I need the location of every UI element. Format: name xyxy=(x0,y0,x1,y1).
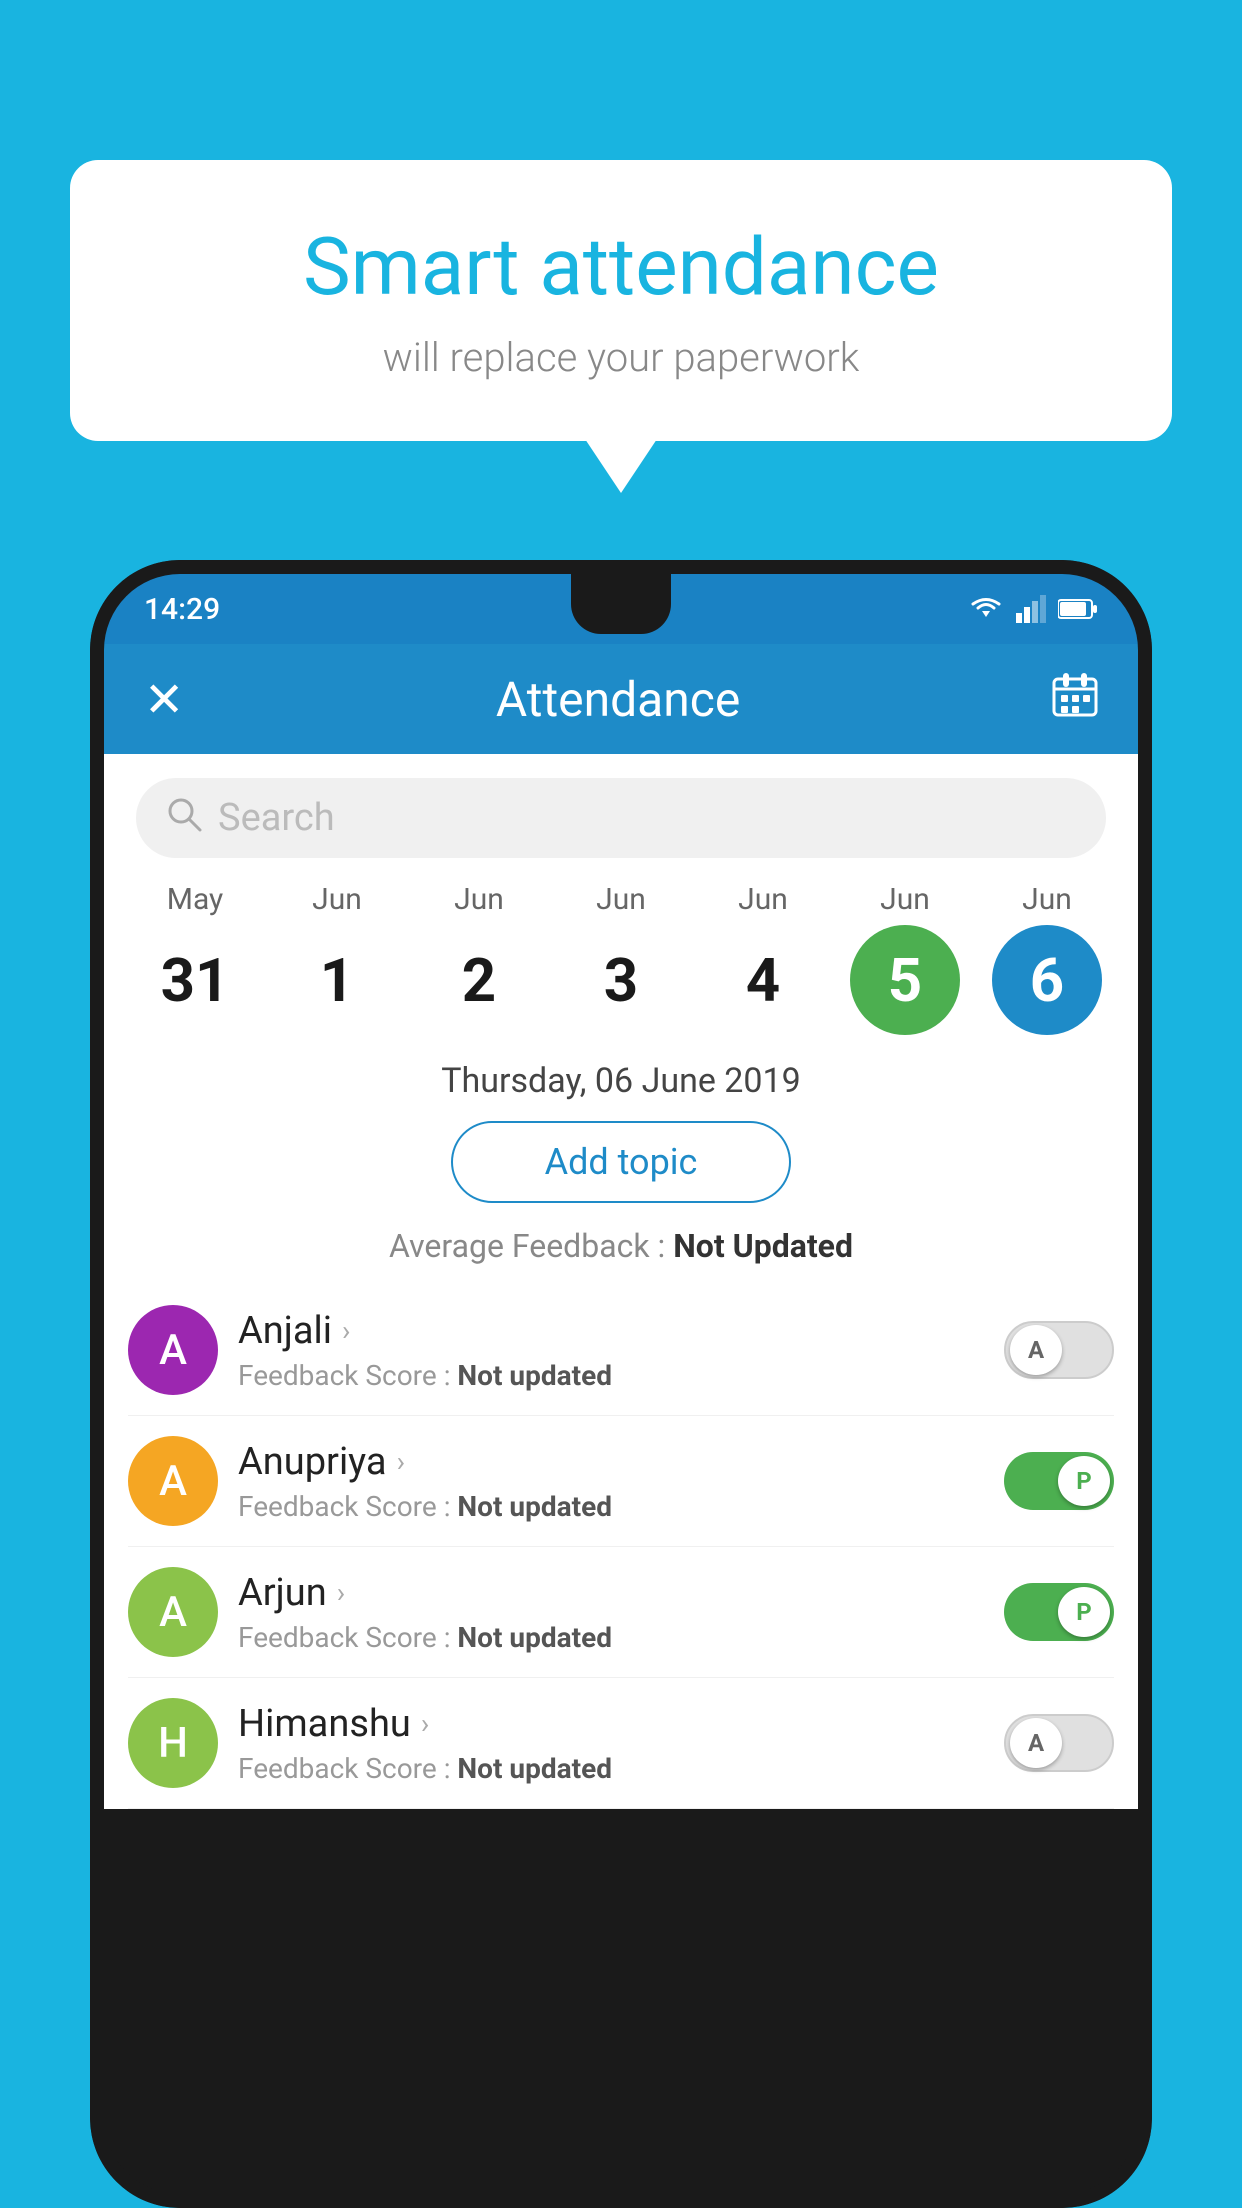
student-info-himanshu: Himanshu › Feedback Score : Not updated xyxy=(238,1702,984,1785)
toggle-himanshu[interactable]: A xyxy=(1004,1714,1114,1772)
student-info-arjun: Arjun › Feedback Score : Not updated xyxy=(238,1571,984,1654)
phone-notch xyxy=(571,574,671,634)
status-icons xyxy=(968,595,1098,623)
calendar-icon[interactable] xyxy=(1052,671,1098,727)
student-feedback-anupriya: Feedback Score : Not updated xyxy=(238,1490,984,1523)
student-name-himanshu: Himanshu › xyxy=(238,1702,984,1746)
student-info-anjali: Anjali › Feedback Score : Not updated xyxy=(238,1309,984,1392)
toggle-anjali[interactable]: A xyxy=(1004,1321,1114,1379)
student-list: A Anjali › Feedback Score : Not updated xyxy=(104,1285,1138,1809)
date-col-5[interactable]: Jun 5 xyxy=(840,882,970,1035)
date-strip: May 31 Jun 1 Jun 2 Jun 3 xyxy=(104,882,1138,1035)
student-name-arjun: Arjun › xyxy=(238,1571,984,1615)
date-day-6: 6 xyxy=(992,925,1102,1035)
avg-feedback-label: Average Feedback : xyxy=(389,1227,673,1265)
student-item-anupriya[interactable]: A Anupriya › Feedback Score : Not update… xyxy=(128,1416,1114,1547)
avatar-anjali: A xyxy=(128,1305,218,1395)
date-col-6[interactable]: Jun 6 xyxy=(982,882,1112,1035)
battery-icon xyxy=(1058,598,1098,620)
wifi-icon xyxy=(968,595,1004,623)
phone-mockup: 14:29 xyxy=(90,560,1152,2208)
date-day-2: 2 xyxy=(424,925,534,1035)
student-item-arjun[interactable]: A Arjun › Feedback Score : Not updated xyxy=(128,1547,1114,1678)
avg-feedback-value: Not Updated xyxy=(673,1227,853,1265)
student-feedback-himanshu: Feedback Score : Not updated xyxy=(238,1752,984,1785)
date-col-2[interactable]: Jun 2 xyxy=(414,882,544,1035)
date-month-1: Jun xyxy=(312,882,362,917)
toggle-anupriya[interactable]: P xyxy=(1004,1452,1114,1510)
header-title: Attendance xyxy=(496,671,741,728)
date-col-4[interactable]: Jun 4 xyxy=(698,882,828,1035)
date-day-5: 5 xyxy=(850,925,960,1035)
phone-screen: Search May 31 Jun 1 Jun 2 xyxy=(104,754,1138,1809)
status-time: 14:29 xyxy=(144,592,220,627)
student-item-anjali[interactable]: A Anjali › Feedback Score : Not updated xyxy=(128,1285,1114,1416)
student-name-anupriya: Anupriya › xyxy=(238,1440,984,1484)
close-button[interactable]: ✕ xyxy=(144,671,184,728)
selected-date: Thursday, 06 June 2019 xyxy=(104,1045,1138,1121)
date-month-6: Jun xyxy=(1022,882,1072,917)
signal-icon xyxy=(1016,595,1046,623)
date-day-1: 1 xyxy=(282,925,392,1035)
chevron-anjali: › xyxy=(342,1314,350,1347)
date-month-3: Jun xyxy=(596,882,646,917)
add-topic-button[interactable]: Add topic xyxy=(451,1121,791,1203)
student-name-anjali: Anjali › xyxy=(238,1309,984,1353)
date-day-3: 3 xyxy=(566,925,676,1035)
date-month-4: Jun xyxy=(738,882,788,917)
date-month-0: May xyxy=(167,882,223,917)
chevron-anupriya: › xyxy=(397,1445,405,1478)
avatar-himanshu: H xyxy=(128,1698,218,1788)
search-icon xyxy=(166,796,202,841)
date-month-2: Jun xyxy=(454,882,504,917)
date-col-0[interactable]: May 31 xyxy=(130,882,260,1035)
date-month-5: Jun xyxy=(880,882,930,917)
search-bar[interactable]: Search xyxy=(136,778,1106,858)
student-item-himanshu[interactable]: H Himanshu › Feedback Score : Not update… xyxy=(128,1678,1114,1809)
toggle-arjun[interactable]: P xyxy=(1004,1583,1114,1641)
speech-bubble: Smart attendance will replace your paper… xyxy=(70,160,1172,441)
chevron-arjun: › xyxy=(337,1576,345,1609)
search-placeholder: Search xyxy=(218,796,335,840)
date-day-4: 4 xyxy=(708,925,818,1035)
date-col-1[interactable]: Jun 1 xyxy=(272,882,402,1035)
app-header: ✕ Attendance xyxy=(104,644,1138,754)
chevron-himanshu: › xyxy=(421,1707,429,1740)
date-day-0: 31 xyxy=(140,925,250,1035)
avatar-anupriya: A xyxy=(128,1436,218,1526)
avatar-arjun: A xyxy=(128,1567,218,1657)
student-info-anupriya: Anupriya › Feedback Score : Not updated xyxy=(238,1440,984,1523)
bubble-subtitle: will replace your paperwork xyxy=(150,334,1092,381)
date-col-3[interactable]: Jun 3 xyxy=(556,882,686,1035)
student-feedback-arjun: Feedback Score : Not updated xyxy=(238,1621,984,1654)
avg-feedback: Average Feedback : Not Updated xyxy=(104,1227,1138,1265)
bubble-title: Smart attendance xyxy=(150,220,1092,314)
student-feedback-anjali: Feedback Score : Not updated xyxy=(238,1359,984,1392)
